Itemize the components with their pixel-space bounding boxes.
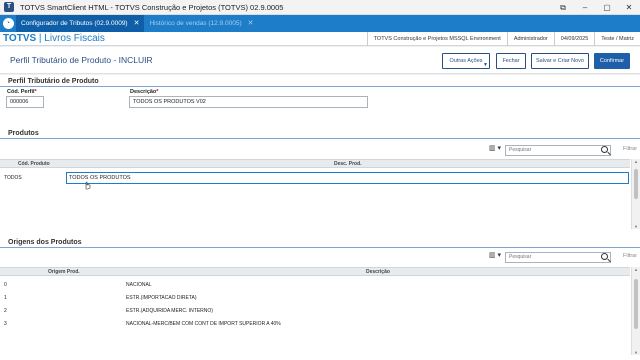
env-branch[interactable]: Teste / Matriz bbox=[594, 32, 640, 46]
cod-perfil-label-text: Cód. Perfil bbox=[7, 89, 35, 95]
window-titlebar: T TOTVS SmartClient HTML - TOTVS Constru… bbox=[0, 0, 640, 15]
tab-bar: ◔ Configurador de Tributos (02.9.0009) ✕… bbox=[0, 15, 640, 32]
cell-cod-produto: TODOS bbox=[4, 175, 22, 181]
scroll-thumb[interactable] bbox=[634, 279, 638, 329]
origens-section-title: Origens dos Produtos bbox=[8, 239, 82, 246]
cell-descricao: NACIONAL-MERC/BEM COM CONT DE IMPORT SUP… bbox=[126, 321, 281, 327]
col-origem-prod[interactable]: Origem Prod. bbox=[48, 269, 80, 275]
scroll-thumb[interactable] bbox=[634, 169, 638, 199]
columns-icon[interactable]: ▥ ▾ bbox=[489, 251, 501, 259]
table-row[interactable]: 1 ESTR.(IMPORTACAO DIRETA) bbox=[0, 295, 630, 305]
page-title: Perfil Tributário de Produto - INCLUIR bbox=[10, 55, 153, 65]
outras-acoes-button[interactable]: Outras Ações ▼ bbox=[442, 53, 490, 69]
cod-perfil-label: Cód. Perfil* bbox=[7, 89, 37, 95]
brand-title: TOTVS | Livros Fiscais bbox=[3, 32, 105, 46]
brand-module: | Livros Fiscais bbox=[36, 33, 105, 44]
descricao-input[interactable]: TODOS OS PRODUTOS V02 bbox=[129, 96, 368, 108]
table-row[interactable]: 0 NACIONAL bbox=[0, 282, 630, 292]
env-user[interactable]: Administrador bbox=[506, 32, 554, 46]
origens-scrollbar[interactable]: ▲ ▼ bbox=[631, 267, 640, 355]
totvs-logo[interactable]: ◔ bbox=[0, 15, 16, 32]
environment-info: TOTVS Construção e Projetos MSSQL Enviro… bbox=[366, 32, 640, 46]
columns-icon[interactable]: ▥ ▾ bbox=[489, 144, 501, 152]
close-tab-icon[interactable]: ✕ bbox=[248, 15, 254, 32]
origens-grid-header: Origem Prod. Descrição bbox=[0, 267, 630, 276]
produtos-scrollbar[interactable]: ▲ ▼ bbox=[631, 159, 640, 229]
section-divider bbox=[0, 247, 640, 248]
cell-origem: 3 bbox=[4, 321, 7, 327]
cell-origem: 1 bbox=[4, 295, 7, 301]
section-divider bbox=[0, 138, 640, 139]
produtos-section-title: Produtos bbox=[8, 130, 39, 137]
restore-window-icon[interactable]: ⧉ bbox=[552, 0, 574, 15]
window-title: TOTVS SmartClient HTML - TOTVS Construçã… bbox=[20, 2, 284, 12]
mouse-cursor-icon bbox=[85, 181, 91, 190]
fechar-button[interactable]: Fechar bbox=[496, 53, 526, 69]
required-mark: * bbox=[156, 89, 159, 95]
scroll-down-icon[interactable]: ▼ bbox=[632, 224, 640, 229]
descricao-label-text: Descrição bbox=[130, 89, 157, 95]
col-cod-produto[interactable]: Cód. Produto bbox=[18, 161, 50, 167]
desc-prod-edit-cell[interactable]: TODOS OS PRODUTOS bbox=[66, 172, 629, 184]
tab-historico[interactable]: Histórico de vendas (12.9.0005) ✕ bbox=[144, 15, 258, 32]
cell-descricao: ESTR.(IMPORTACAO DIRETA) bbox=[126, 295, 197, 301]
required-mark: * bbox=[34, 89, 37, 95]
scroll-up-icon[interactable]: ▲ bbox=[632, 267, 640, 272]
minimize-icon[interactable]: – bbox=[574, 0, 596, 15]
salvar-criar-novo-button[interactable]: Salvar e Criar Novo bbox=[531, 53, 589, 69]
cell-origem: 2 bbox=[4, 308, 7, 314]
caret-down-icon: ▼ bbox=[483, 62, 488, 68]
close-tab-icon[interactable]: ✕ bbox=[134, 15, 140, 32]
section-divider bbox=[0, 86, 640, 87]
descricao-label: Descrição* bbox=[130, 89, 158, 95]
scroll-up-icon[interactable]: ▲ bbox=[632, 159, 640, 164]
col-descricao[interactable]: Descrição bbox=[366, 269, 390, 275]
app-icon: T bbox=[4, 2, 14, 12]
col-desc-prod[interactable]: Desc. Prod. bbox=[334, 161, 362, 167]
perfil-section-title: Perfil Tributário de Produto bbox=[8, 78, 99, 85]
search-icon[interactable] bbox=[601, 146, 608, 153]
main-content: Perfil Tributário de Produto Cód. Perfil… bbox=[0, 75, 640, 360]
produtos-search-input[interactable]: Pesquisar bbox=[505, 145, 611, 156]
produtos-filter-link[interactable]: Filtrar bbox=[623, 146, 637, 152]
confirmar-button[interactable]: Confirmar bbox=[594, 53, 630, 69]
cell-descricao: ESTR.(ADQUIRIDA MERC. INTERNO) bbox=[126, 308, 213, 314]
produtos-grid-header: Cód. Produto Desc. Prod. bbox=[0, 159, 630, 168]
origens-search-input[interactable]: Pesquisar bbox=[505, 252, 611, 263]
page-header: Perfil Tributário de Produto - INCLUIR O… bbox=[0, 47, 640, 74]
cell-descricao: NACIONAL bbox=[126, 282, 152, 288]
env-company[interactable]: TOTVS Construção e Projetos MSSQL Enviro… bbox=[366, 32, 507, 46]
origens-filter-link[interactable]: Filtrar bbox=[623, 253, 637, 259]
cell-origem: 0 bbox=[4, 282, 7, 288]
table-row[interactable]: 2 ESTR.(ADQUIRIDA MERC. INTERNO) bbox=[0, 308, 630, 318]
brand-bar: TOTVS | Livros Fiscais TOTVS Construção … bbox=[0, 32, 640, 46]
search-icon[interactable] bbox=[601, 253, 608, 260]
window-controls: ⧉ – ▢ ✕ bbox=[552, 0, 640, 15]
tab-label: Configurador de Tributos (02.9.0009) bbox=[21, 20, 128, 27]
outras-acoes-label: Outras Ações bbox=[449, 58, 483, 64]
cod-perfil-input[interactable]: 000006 bbox=[6, 96, 44, 108]
scroll-down-icon[interactable]: ▼ bbox=[632, 350, 640, 355]
close-window-icon[interactable]: ✕ bbox=[618, 0, 640, 15]
table-row[interactable]: 3 NACIONAL-MERC/BEM COM CONT DE IMPORT S… bbox=[0, 321, 630, 331]
brand-name: TOTVS bbox=[3, 33, 37, 44]
maximize-icon[interactable]: ▢ bbox=[596, 0, 618, 15]
totvs-logo-icon: ◔ bbox=[2, 18, 14, 29]
tab-configurador[interactable]: Configurador de Tributos (02.9.0009) ✕ bbox=[16, 15, 145, 32]
env-date[interactable]: 04/09/2025 bbox=[553, 32, 595, 46]
tab-label: Histórico de vendas (12.9.0005) bbox=[149, 20, 242, 27]
